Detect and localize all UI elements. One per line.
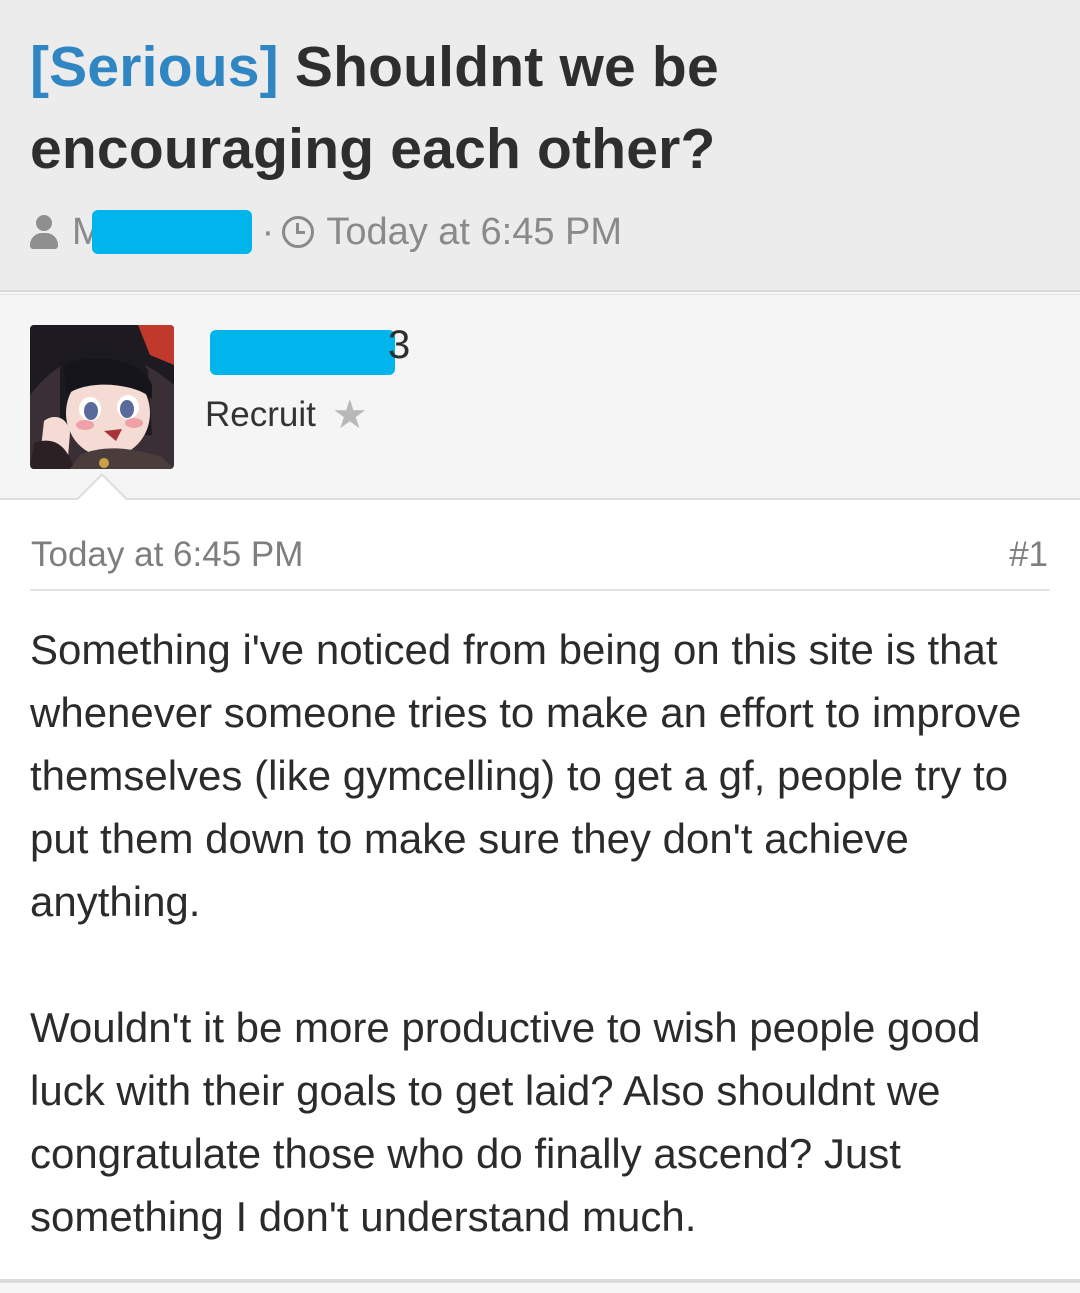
post-paragraph: Wouldn't it be more productive to wish p… (30, 1004, 981, 1240)
redaction-block (91, 210, 252, 254)
post-date[interactable]: Today at 6:45 PM (31, 535, 303, 575)
post-permalink[interactable]: #1 (1009, 535, 1048, 575)
thread-start-time[interactable]: Today at 6:45 PM (326, 211, 622, 254)
meta-separator: · (261, 210, 275, 253)
user-title-text: Recruit (205, 395, 316, 434)
post-card: 3 Recruit ★ Today at 6:45 PM #1 Somethin… (0, 294, 1080, 1279)
post-paragraph: Something i've noticed from being on thi… (30, 626, 1022, 925)
thread-header: [Serious] Shouldnt we be encouraging eac… (0, 0, 1080, 292)
divider (30, 589, 1050, 591)
avatar[interactable] (30, 325, 174, 469)
redaction-block (210, 330, 395, 375)
star-icon: ★ (331, 393, 368, 437)
user-icon (30, 215, 58, 249)
post-author-name[interactable]: 3 (388, 323, 410, 368)
post-author-bar: 3 Recruit ★ (0, 295, 1080, 501)
thread-title: [Serious] Shouldnt we be encouraging eac… (30, 26, 1060, 190)
post-body: Something i've noticed from being on thi… (30, 618, 1055, 1248)
pointer-arrow-inner (77, 476, 127, 501)
thread-prefix[interactable]: [Serious] (30, 35, 279, 99)
thread-meta: M · Today at 6:45 PM (30, 205, 622, 259)
divider (0, 1279, 1080, 1283)
user-title: Recruit ★ (205, 395, 368, 435)
clock-icon (282, 216, 315, 248)
